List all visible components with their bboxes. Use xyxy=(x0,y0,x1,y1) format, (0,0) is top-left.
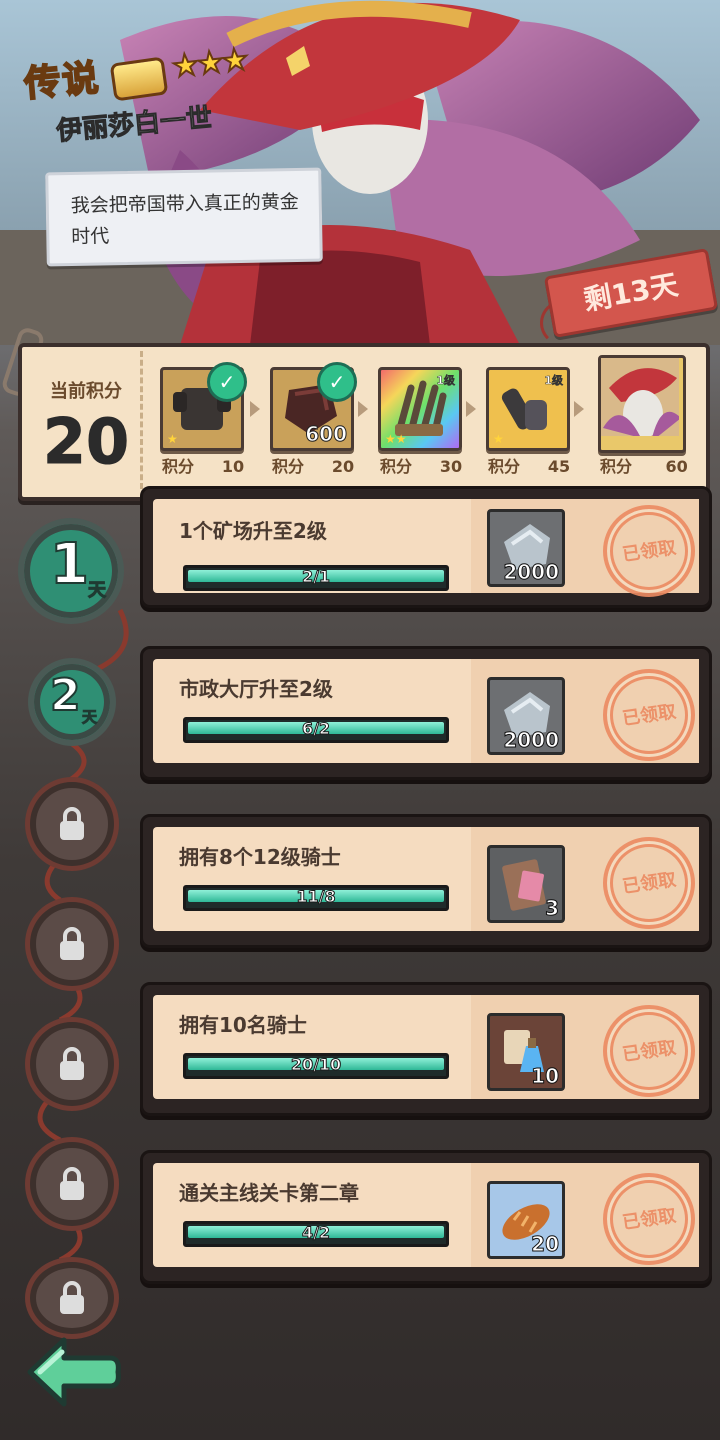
task-card-body: 拥有8个12级骑士 11/8 3 已领取 xyxy=(153,827,699,931)
task-reward-item[interactable]: 3 xyxy=(487,845,565,923)
task-title: 通关主线关卡第二章 xyxy=(179,1181,359,1205)
claimed-stamp: 已领取 xyxy=(603,1005,695,1097)
task-title: 1个矿场升至2级 xyxy=(179,519,327,543)
task-progress-text: 20/10 xyxy=(290,1055,342,1075)
task-card-body: 通关主线关卡第二章 4/2 20 已领取 xyxy=(153,1163,699,1267)
rarity-label: 传说 xyxy=(22,57,103,106)
reward-1-points: 积分 10 xyxy=(162,457,245,476)
arrow-right-icon xyxy=(574,401,584,417)
reward-2-points: 积分 20 xyxy=(272,457,355,476)
reward-quantity: 600 xyxy=(305,422,348,447)
task-card: 市政大厅升至2级 6/2 2000 已领取 xyxy=(140,646,712,780)
arrow-right-icon xyxy=(358,401,368,417)
score-reward-5[interactable] xyxy=(598,355,686,453)
day-4-locked-badge[interactable] xyxy=(30,902,114,986)
score-reward-2[interactable]: 600 ✓ xyxy=(270,362,357,451)
task-card-body: 1个矿场升至2级 2/1 2000 已领取 xyxy=(153,499,699,597)
reward-level: 1级 xyxy=(436,374,455,388)
current-score-value: 20 xyxy=(42,405,130,479)
task-reward-item[interactable]: 2000 xyxy=(487,677,565,755)
current-score-label: 当前积分 xyxy=(50,381,122,402)
reward-quantity: 20 xyxy=(531,1232,560,1257)
reward-quantity: 2000 xyxy=(503,728,560,753)
quality-star-icon: ★ xyxy=(493,432,504,446)
score-reward-1[interactable]: ★ ✓ xyxy=(160,362,247,451)
day-5-locked-badge[interactable] xyxy=(30,1022,114,1106)
hero-portrait-icon xyxy=(601,358,679,436)
reward-5-points: 积分 60 xyxy=(600,457,688,476)
back-button[interactable] xyxy=(24,1334,124,1410)
claimed-check-icon: ✓ xyxy=(207,362,247,402)
task-progress-bar: 4/2 xyxy=(183,1221,449,1247)
day-2-badge[interactable]: 2 天 xyxy=(28,658,116,746)
task-card: 拥有8个12级骑士 11/8 3 已领取 xyxy=(140,814,712,948)
hero-quote-bubble: 我会把帝国带入真正的黄金时代 xyxy=(45,167,323,267)
claimed-check-icon: ✓ xyxy=(317,362,357,402)
reward-3-points: 积分 30 xyxy=(380,457,463,476)
lock-icon xyxy=(60,1281,84,1314)
task-card: 1个矿场升至2级 2/1 2000 已领取 xyxy=(140,486,712,608)
claimed-stamp: 已领取 xyxy=(603,1173,695,1265)
task-progress-bar: 20/10 xyxy=(183,1053,449,1079)
lock-icon xyxy=(60,1047,84,1080)
score-reward-4[interactable]: 1级 ★ xyxy=(486,367,570,451)
reward-quantity: 3 xyxy=(545,896,560,921)
claimed-stamp: 已领取 xyxy=(603,837,695,929)
task-progress-bar: 2/1 xyxy=(183,565,449,591)
day-1-badge[interactable]: 1 天 xyxy=(18,518,124,624)
task-progress-text: 2/1 xyxy=(301,567,331,587)
quality-star-icon: ★★ xyxy=(385,432,407,446)
task-progress-bar: 11/8 xyxy=(183,885,449,911)
claimed-stamp: 已领取 xyxy=(603,505,695,597)
score-reward-3[interactable]: 1级 ★★ xyxy=(378,367,462,451)
hero-quote-text: 我会把帝国带入真正的黄金时代 xyxy=(70,190,299,248)
task-reward-item[interactable]: 20 xyxy=(487,1181,565,1259)
task-progress-text: 4/2 xyxy=(301,1223,331,1243)
current-score-box: 当前积分 20 xyxy=(26,351,143,489)
lock-icon xyxy=(60,807,84,840)
day-3-locked-badge[interactable] xyxy=(30,782,114,866)
day-progress-track: 1 天 2 天 xyxy=(0,500,140,1334)
task-card-body: 拥有10名骑士 20/10 10 已领取 xyxy=(153,995,699,1099)
task-progress-text: 6/2 xyxy=(301,719,331,739)
reward-quantity: 10 xyxy=(531,1064,560,1089)
reward-4-points: 积分 45 xyxy=(488,457,571,476)
task-title: 拥有8个12级骑士 xyxy=(179,845,341,869)
lock-icon xyxy=(60,1167,84,1200)
score-rewards-panel: 当前积分 20 ★ ✓ 积分 10 600 ✓ 积分 20 1级 ★★ 积分 3… xyxy=(18,343,710,501)
claimed-stamp: 已领取 xyxy=(603,669,695,761)
rarity-emblem-icon xyxy=(109,56,169,102)
task-card: 拥有10名骑士 20/10 10 已领取 xyxy=(140,982,712,1116)
task-reward-item[interactable]: 2000 xyxy=(487,509,565,587)
day-6-locked-badge[interactable] xyxy=(30,1142,114,1226)
back-arrow-icon xyxy=(27,1337,121,1407)
quality-star-icon: ★ xyxy=(167,432,178,446)
task-progress-bar: 6/2 xyxy=(183,717,449,743)
task-title: 市政大厅升至2级 xyxy=(179,677,333,701)
arrow-right-icon xyxy=(466,401,476,417)
task-title: 拥有10名骑士 xyxy=(179,1013,307,1037)
reward-level: 1级 xyxy=(544,374,563,388)
reward-quantity: 2000 xyxy=(503,560,560,585)
task-card: 通关主线关卡第二章 4/2 20 已领取 xyxy=(140,1150,712,1284)
lock-icon xyxy=(60,927,84,960)
day-7-locked-badge[interactable] xyxy=(30,1262,114,1334)
task-card-body: 市政大厅升至2级 6/2 2000 已领取 xyxy=(153,659,699,763)
task-progress-text: 11/8 xyxy=(296,887,336,907)
task-reward-item[interactable]: 10 xyxy=(487,1013,565,1091)
arrow-right-icon xyxy=(250,401,260,417)
